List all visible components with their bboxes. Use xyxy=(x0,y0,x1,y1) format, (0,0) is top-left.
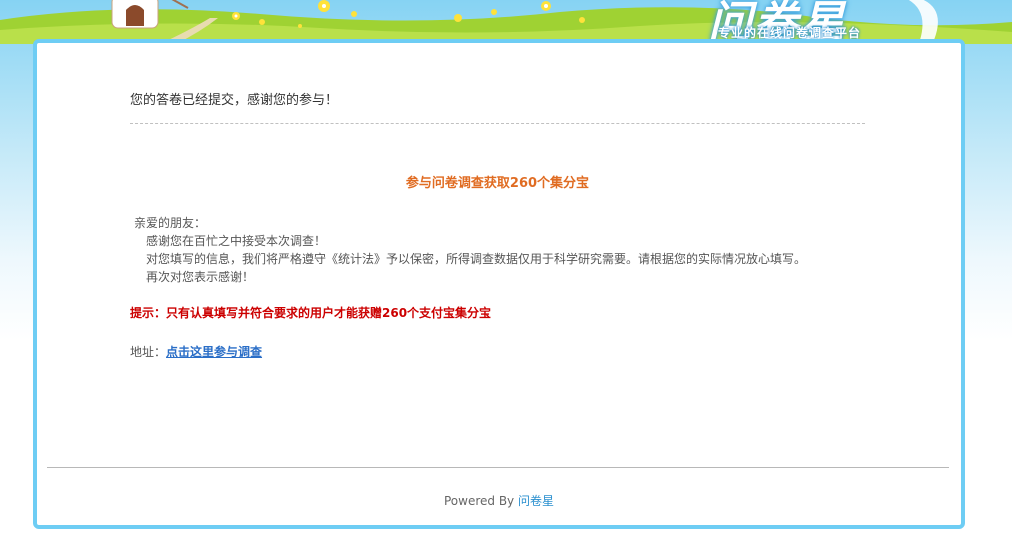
header-banner: 问卷星 专业的在线问卷调查平台 xyxy=(0,0,1012,44)
letter-greeting: 亲爱的朋友： xyxy=(134,216,207,230)
survey-link[interactable]: 点击这里参与调查 xyxy=(166,345,262,359)
address-row: 地址：点击这里参与调查 xyxy=(130,343,262,360)
letter-body: 亲爱的朋友： 感谢您在百忙之中接受本次调查！ 对您填写的信息，我们将严格遵守《统… xyxy=(134,214,806,286)
letter-line: 感谢您在百忙之中接受本次调查！ xyxy=(146,234,327,248)
dashed-divider xyxy=(130,123,865,124)
footer-divider xyxy=(47,467,949,468)
letter-line: 再次对您表示感谢！ xyxy=(146,270,255,284)
address-label: 地址： xyxy=(130,345,167,359)
tip-notice: 提示：只有认真填写并符合要求的用户才能获赠260个支付宝集分宝 xyxy=(130,306,492,320)
submitted-message: 您的答卷已经提交，感谢您的参与！ xyxy=(130,93,339,108)
letter-line: 对您填写的信息，我们将严格遵守《统计法》予以保密，所得调查数据仅用于科学研究需要… xyxy=(146,252,807,266)
promo-title: 参与问卷调查获取260个集分宝 xyxy=(405,176,590,191)
brand-footer-link[interactable]: 问卷星 xyxy=(518,494,554,508)
footer: Powered By 问卷星 xyxy=(37,492,961,509)
powered-by-label: Powered By xyxy=(443,494,515,508)
content-panel: 您的答卷已经提交，感谢您的参与！ 参与问卷调查获取260个集分宝 亲爱的朋友： … xyxy=(33,39,965,529)
